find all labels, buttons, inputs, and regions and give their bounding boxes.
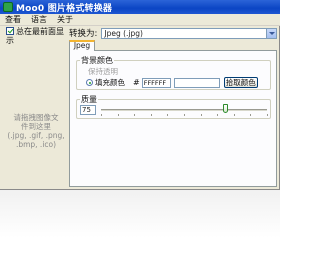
fill-color-label[interactable]: 填充颜色: [95, 77, 125, 88]
drop-hint-line: 请拖拽图像文: [13, 113, 59, 122]
slider-tick: [117, 114, 119, 116]
slider-tick: [200, 114, 202, 116]
quality-title: 质量: [80, 94, 98, 105]
pick-color-button[interactable]: 拾取颜色: [223, 77, 258, 88]
color-swatch[interactable]: [173, 77, 220, 88]
menu-language[interactable]: 语言: [26, 14, 52, 25]
keep-transparent-option: 保持透明: [88, 67, 118, 76]
always-on-top-label: 总在最前面显示: [6, 27, 64, 45]
app-icon: [3, 2, 13, 12]
slider-tick: [101, 114, 102, 116]
slider-tick: [250, 114, 252, 116]
app-window: Moo0 图片格式转换器 查看 语言 关于 总在最前面显示 请拖拽图像文 件到这…: [0, 0, 280, 190]
convert-row: 转换为: Jpeg (.jpg): [69, 27, 277, 39]
slider-tick: [233, 114, 235, 116]
format-select-value: Jpeg (.jpg): [104, 28, 143, 38]
fill-color-row: 填充颜色 # FFFFFF 拾取颜色: [86, 77, 271, 88]
always-on-top-option[interactable]: 总在最前面显示: [6, 27, 66, 45]
menu-view[interactable]: 查看: [0, 14, 26, 25]
always-on-top-checkbox[interactable]: [6, 27, 14, 35]
slider-tick: [167, 114, 169, 116]
dropdown-arrow-button[interactable]: [266, 28, 276, 38]
quality-input[interactable]: 75: [80, 105, 96, 115]
menu-bar: 查看 语言 关于: [0, 14, 280, 26]
window-title: Moo0 图片格式转换器: [16, 3, 113, 14]
drop-hint-line: 件到这里: [21, 122, 51, 131]
quality-slider-thumb[interactable]: [222, 104, 228, 113]
drop-zone-hint: 请拖拽图像文 件到这里 (.jpg, .gif, .png, .bmp, .ic…: [6, 113, 66, 149]
slider-tick: [217, 114, 219, 116]
slider-tick: [184, 114, 185, 116]
hash-symbol: #: [133, 78, 140, 87]
drop-hint-line: .bmp, .ico): [15, 140, 57, 149]
background-color-title: 背景颜色: [80, 55, 114, 66]
drop-hint-line: (.jpg, .gif, .png,: [7, 131, 65, 140]
slider-tick: [267, 114, 268, 116]
title-bar: Moo0 图片格式转换器: [0, 0, 280, 14]
quality-slider-track[interactable]: [101, 109, 267, 111]
slider-tick: [150, 114, 152, 116]
hex-color-input[interactable]: FFFFFF: [141, 77, 171, 88]
fill-color-radio[interactable]: [86, 79, 93, 86]
background-area: [0, 190, 280, 270]
menu-about[interactable]: 关于: [52, 14, 78, 25]
options-panel: 背景颜色 保持透明 填充颜色 # FFFFFF 拾取颜色 质量 75: [69, 50, 277, 187]
tab-jpeg[interactable]: Jpeg: [69, 40, 95, 51]
chevron-down-icon: [268, 31, 275, 35]
slider-tick: [134, 114, 136, 116]
format-select[interactable]: Jpeg (.jpg): [101, 27, 277, 39]
convert-to-label: 转换为:: [69, 29, 98, 39]
